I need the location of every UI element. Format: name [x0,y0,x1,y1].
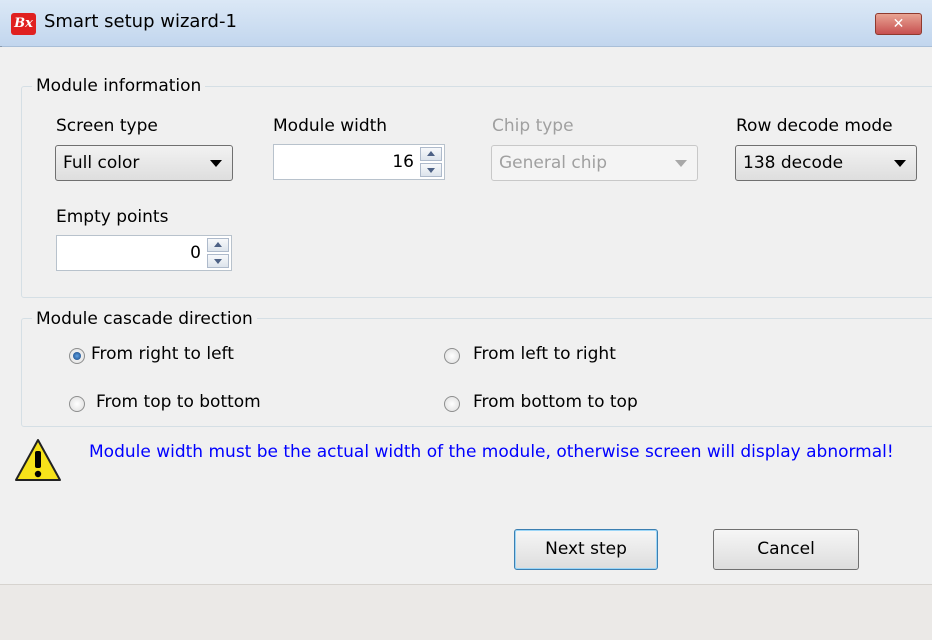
radio-label[interactable]: From right to left [91,344,234,364]
radio-label[interactable]: From left to right [473,344,616,364]
spin-down-arrow-icon[interactable] [207,254,229,268]
row-decode-mode-select[interactable]: 138 decode [735,145,917,181]
radio-button-checked[interactable] [69,348,85,364]
close-icon: ✕ [892,16,905,32]
radio-button[interactable] [444,396,460,412]
row-decode-mode-label: Row decode mode [736,116,893,136]
chevron-down-icon [675,160,687,167]
chip-type-select: General chip [491,145,698,181]
module-width-spinbox[interactable]: 16 [273,144,445,180]
screen-type-select[interactable]: Full color [55,145,233,181]
next-step-button[interactable]: Next step [514,529,658,570]
spin-down-arrow-icon[interactable] [420,163,442,177]
bottom-status-strip [0,584,932,640]
empty-points-spinbox[interactable]: 0 [56,235,232,271]
title-bar[interactable]: Bx Smart setup wizard-1 ✕ [0,0,932,47]
radio-button[interactable] [444,348,460,364]
module-width-value: 16 [392,152,414,172]
empty-points-value: 0 [190,243,201,263]
radio-button[interactable] [69,396,85,412]
empty-points-label: Empty points [56,207,169,227]
close-button[interactable]: ✕ [875,13,922,35]
radio-label[interactable]: From top to bottom [96,392,261,412]
cascade-direction-legend: Module cascade direction [32,309,257,329]
warning-message: Module width must be the actual width of… [89,442,894,462]
spin-up-arrow-icon[interactable] [420,147,442,161]
screen-type-value: Full color [63,153,140,173]
cancel-button[interactable]: Cancel [713,529,859,570]
radio-label[interactable]: From bottom to top [473,392,638,412]
spin-up-arrow-icon[interactable] [207,238,229,252]
chip-type-label: Chip type [492,116,574,136]
module-information-legend: Module information [32,76,206,96]
dialog-body: Module information Screen type Full colo… [0,47,932,630]
chip-type-value: General chip [499,153,608,173]
empty-points-stepper [207,238,229,268]
chevron-down-icon [894,160,906,167]
module-width-stepper [420,147,442,177]
module-width-label: Module width [273,116,388,136]
warning-icon [15,439,61,481]
window-title: Smart setup wizard-1 [44,11,237,32]
screen-type-label: Screen type [56,116,158,136]
row-decode-mode-value: 138 decode [743,153,844,173]
chevron-down-icon [210,160,222,167]
bx-app-logo-icon: Bx [11,13,36,35]
